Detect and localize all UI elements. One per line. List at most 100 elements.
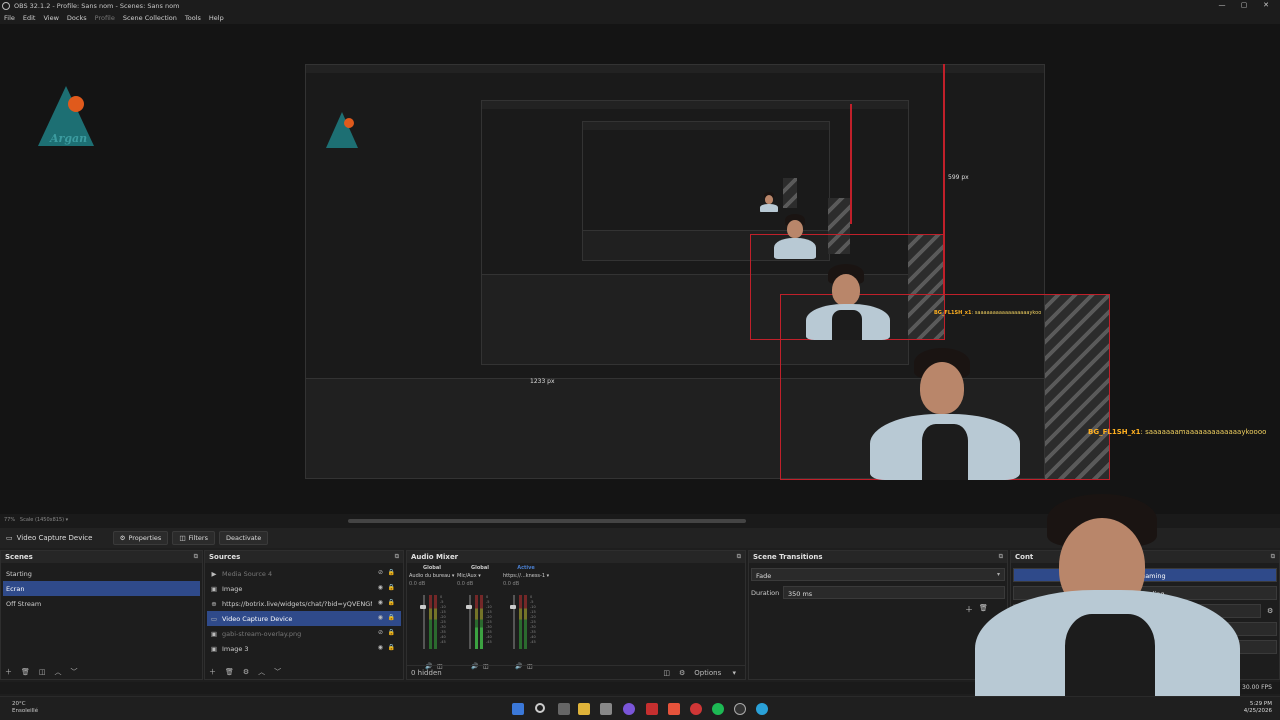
filters-button[interactable]: ◫ Filters	[172, 531, 215, 545]
channel-select[interactable]: Audio du bureau ▾	[409, 573, 455, 579]
hatch-pattern-1	[783, 178, 797, 208]
menu-file[interactable]: File	[4, 14, 15, 22]
undock-icon[interactable]: ⧉	[395, 553, 399, 561]
level-meter	[429, 595, 432, 649]
audio-mixer-dock: Audio Mixer ⧉ Global Audio du bureau ▾ 0.…	[406, 550, 746, 680]
store-icon[interactable]	[600, 703, 612, 715]
minimize-button[interactable]: —	[1210, 0, 1234, 12]
menu-help[interactable]: Help	[209, 14, 224, 22]
remove-source-icon[interactable]: 🗑	[225, 668, 234, 676]
menu-scene-collection[interactable]: Scene Collection	[123, 14, 177, 22]
source-item[interactable]: ▣ Image 3 ◉ 🔒	[207, 641, 401, 656]
eye-icon[interactable]: ◉	[378, 644, 383, 651]
undock-icon[interactable]: ⧉	[194, 553, 198, 561]
dimension-label-height: 599 px	[948, 174, 969, 181]
channel-select[interactable]: Mic/Aux ▾	[457, 573, 503, 579]
source-item-selected[interactable]: ▭ Video Capture Device ◉ 🔒	[207, 611, 401, 626]
scene-filters-icon[interactable]: ◫	[39, 668, 46, 676]
start-icon[interactable]	[512, 703, 524, 715]
audio-mixer-title: Audio Mixer ⧉	[407, 551, 745, 563]
channel-select[interactable]: https://...kness-1 ▾	[503, 573, 549, 579]
virtual-camera-settings-icon[interactable]: ⚙	[1267, 607, 1273, 615]
obs-app-icon	[2, 2, 10, 10]
eye-icon[interactable]: ◉	[378, 614, 383, 621]
move-up-icon[interactable]: ︿	[55, 667, 62, 677]
move-down-icon[interactable]: ﹀	[274, 667, 281, 677]
close-button[interactable]: ✕	[1254, 0, 1278, 12]
menu-view[interactable]: View	[43, 14, 58, 22]
menu-profile[interactable]: Profile	[95, 14, 115, 22]
volume-fader[interactable]	[423, 595, 425, 649]
spotify-icon[interactable]	[712, 703, 724, 715]
fader-knob[interactable]	[420, 605, 426, 609]
deactivate-button[interactable]: Deactivate	[218, 531, 269, 545]
fader-knob[interactable]	[466, 605, 472, 609]
preview-canvas[interactable]: Argan 599 px 1233 px BG_FL1SH_x1: saaaaa…	[0, 24, 1280, 514]
scene-item-starting[interactable]: Starting	[3, 566, 200, 581]
source-properties-icon[interactable]: ⚙	[243, 668, 249, 676]
add-scene-icon[interactable]: ＋	[5, 667, 12, 677]
menu-tools[interactable]: Tools	[185, 14, 201, 22]
level-meter	[434, 595, 437, 649]
sources-footer: ＋ 🗑 ⚙ ︿ ﹀	[205, 665, 403, 679]
remove-scene-icon[interactable]: 🗑	[21, 668, 30, 676]
preview-horizontal-scrollbar[interactable]	[348, 519, 746, 523]
lock-icon[interactable]: 🔒	[388, 629, 395, 636]
menu-docks[interactable]: Docks	[67, 14, 87, 22]
move-up-icon[interactable]: ︿	[258, 667, 265, 677]
video-capture-icon: ▭	[210, 615, 218, 623]
lock-icon[interactable]: 🔒	[388, 599, 395, 606]
fader-knob[interactable]	[510, 605, 516, 609]
windows-taskbar: 20°C Ensoleillé 5:29 PM 4/25/2026	[0, 696, 1280, 720]
level-meter	[475, 595, 478, 649]
undock-icon[interactable]: ⧉	[1271, 553, 1275, 561]
app-icon-circle[interactable]	[690, 703, 702, 715]
source-item[interactable]: ▣ gabi-stream-overlay.png ⊘ 🔒	[207, 626, 401, 641]
mixer-layout-icon[interactable]: ◫	[663, 669, 670, 677]
discord-icon[interactable]	[623, 703, 635, 715]
hidden-count[interactable]: 0 hidden	[411, 669, 442, 677]
maximize-button[interactable]: ▢	[1232, 0, 1256, 12]
volume-fader[interactable]	[513, 595, 515, 649]
audio-mixer-footer: 0 hidden ◫ ⚙ Options ▾	[407, 665, 745, 679]
volume-fader[interactable]	[469, 595, 471, 649]
menu-edit[interactable]: Edit	[23, 14, 36, 22]
task-view-icon[interactable]	[558, 703, 570, 715]
advanced-audio-icon[interactable]: ⚙	[679, 669, 685, 677]
undock-icon[interactable]: ⧉	[737, 553, 741, 561]
argan-logo: Argan	[36, 78, 96, 158]
lock-icon[interactable]: 🔒	[388, 644, 395, 651]
image-icon: ▣	[210, 645, 218, 653]
app-icon-red[interactable]	[646, 703, 658, 715]
source-item[interactable]: ▣ Image ◉ 🔒	[207, 581, 401, 596]
obs-icon[interactable]	[734, 703, 746, 715]
mixer-channel-browser: Active https://...kness-1 ▾ 0.0 dB 0 -5 -1…	[503, 565, 549, 670]
add-source-icon[interactable]: ＋	[209, 667, 216, 677]
edge-icon[interactable]	[756, 703, 768, 715]
system-clock[interactable]: 5:29 PM 4/25/2026	[1244, 701, 1272, 715]
mixer-channel-desktop: Global Audio du bureau ▾ 0.0 dB 0 -5 -10 -1…	[409, 565, 455, 670]
brave-icon[interactable]	[668, 703, 680, 715]
eye-icon[interactable]: ◉	[378, 584, 383, 591]
properties-button[interactable]: ⚙ Properties	[112, 531, 169, 545]
visibility-off-icon[interactable]: ⊘	[378, 629, 383, 636]
file-explorer-icon[interactable]	[578, 703, 590, 715]
source-item[interactable]: ⊕ https://botrix.live/widgets/chat/?bid=y…	[207, 596, 401, 611]
lock-icon[interactable]: 🔒	[388, 614, 395, 621]
chat-message-small: BG_FL1SH_x1: saaaaaaaaaaaaaaaaaykoo	[934, 310, 1042, 316]
weather-widget[interactable]: 20°C Ensoleillé	[12, 701, 38, 715]
filter-icon: ◫	[179, 534, 186, 542]
visibility-off-icon[interactable]: ⊘	[378, 569, 383, 576]
eye-icon[interactable]: ◉	[378, 599, 383, 606]
move-down-icon[interactable]: ﹀	[71, 667, 78, 677]
source-item[interactable]: ▶ Media Source 4 ⊘ 🔒	[207, 566, 401, 581]
options-button[interactable]: Options ▾	[694, 669, 736, 677]
scene-item-off-stream[interactable]: Off Stream	[3, 596, 200, 611]
search-icon[interactable]	[535, 703, 545, 713]
webcam-nested-small	[758, 192, 780, 212]
scene-item-ecran[interactable]: Ecran	[3, 581, 200, 596]
camera-icon: ▭	[6, 534, 13, 542]
lock-icon[interactable]: 🔒	[388, 569, 395, 576]
zoom-level[interactable]: 77% Scale (1450x815) ▾	[4, 517, 68, 523]
lock-icon[interactable]: 🔒	[388, 584, 395, 591]
